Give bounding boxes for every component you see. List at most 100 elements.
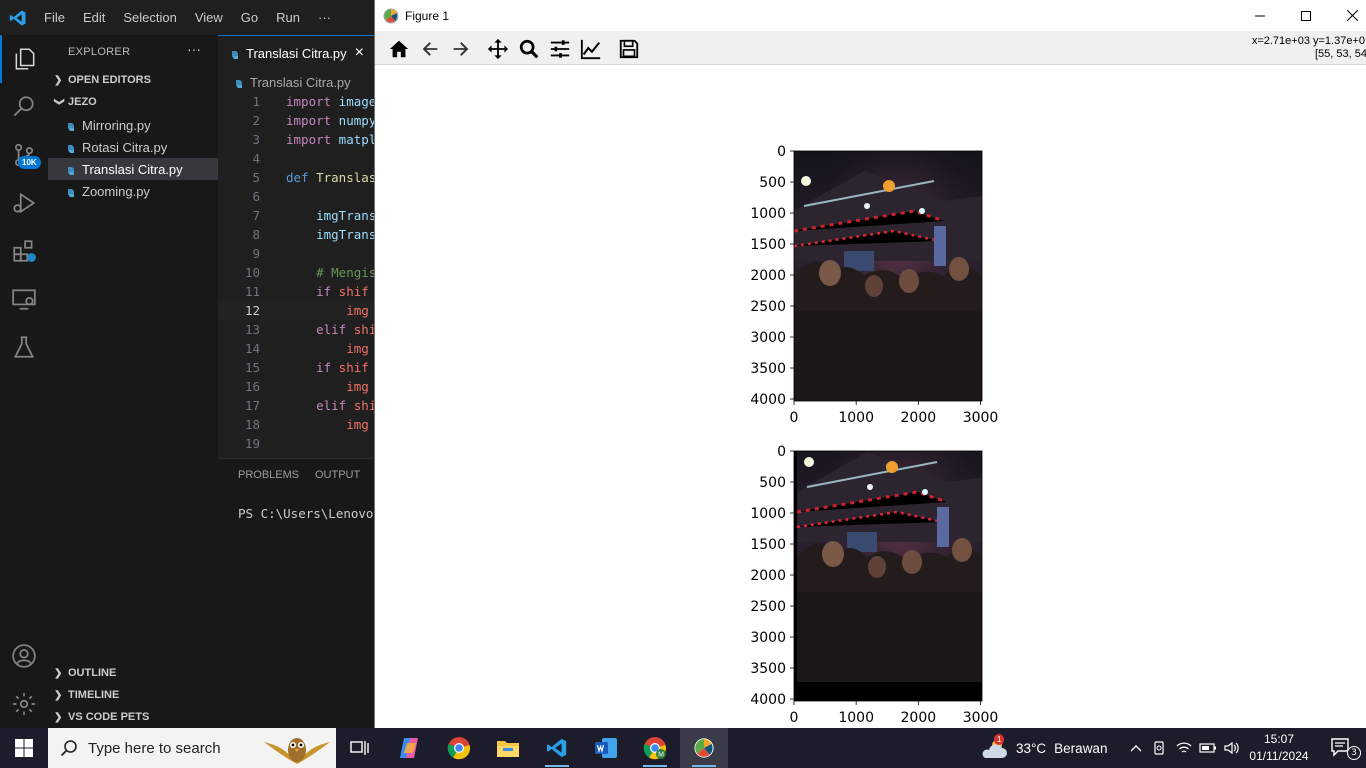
menu-run[interactable]: Run xyxy=(267,10,309,25)
accounts-icon[interactable] xyxy=(0,632,48,680)
code-line[interactable]: 7 imgTrans xyxy=(218,206,378,225)
editor-tab-active[interactable]: Translasi Citra.py × xyxy=(218,35,374,70)
maximize-button[interactable] xyxy=(1283,0,1329,31)
home-icon[interactable] xyxy=(385,35,413,63)
meet-now-icon[interactable] xyxy=(1148,728,1172,768)
chrome-icon[interactable] xyxy=(435,728,483,768)
notification-count-badge: 3 xyxy=(1347,746,1361,760)
x-tick-label: 0 xyxy=(790,410,799,426)
extensions-icon[interactable] xyxy=(0,227,48,275)
zoom-icon[interactable] xyxy=(515,35,543,63)
code-line[interactable]: 17 elif shi xyxy=(218,396,378,415)
code-identifier: img xyxy=(286,417,369,432)
volume-icon[interactable] xyxy=(1220,728,1244,768)
matplotlib-taskbar-icon[interactable] xyxy=(680,728,728,768)
y-tick-label: 1500 xyxy=(750,237,786,253)
code-line[interactable]: 19 xyxy=(218,434,378,453)
weather-widget[interactable]: 1 33°C Berawan xyxy=(980,728,1107,768)
image-plot-translated[interactable]: 050010001500200025003000350040000 1000 200… xyxy=(750,432,998,726)
battery-icon[interactable] xyxy=(1196,728,1220,768)
line-number: 15 xyxy=(244,360,260,375)
notification-center-button[interactable]: 3 xyxy=(1318,728,1366,768)
code-text: img xyxy=(286,377,369,396)
tab-close-icon[interactable]: × xyxy=(355,44,364,62)
code-line[interactable]: 15 if shif xyxy=(218,358,378,377)
code-line[interactable]: 16 img xyxy=(218,377,378,396)
code-line[interactable]: 9 xyxy=(218,244,378,263)
plotted-image xyxy=(795,451,982,684)
copilot-icon[interactable] xyxy=(386,728,434,768)
menu-edit[interactable]: Edit xyxy=(74,10,114,25)
file-item[interactable]: Zooming.py xyxy=(48,180,218,202)
file-label: Rotasi Citra.py xyxy=(82,139,168,155)
close-button[interactable] xyxy=(1329,0,1366,31)
tab-problems[interactable]: PROBLEMS xyxy=(238,469,299,481)
show-hidden-icons-chevron-up-icon[interactable] xyxy=(1124,728,1148,768)
code-line[interactable]: 10 # Mengis xyxy=(218,263,378,282)
taskbar-search-box[interactable]: Type here to search xyxy=(48,728,336,768)
menu-more[interactable]: ··· xyxy=(309,10,340,25)
save-icon[interactable] xyxy=(615,35,643,63)
folder-section[interactable]: ❯ JEZO xyxy=(54,91,97,113)
y-tick-label: 2000 xyxy=(750,268,786,284)
start-button[interactable] xyxy=(0,728,48,768)
vscode-pets-section[interactable]: ❯ VS CODE PETS xyxy=(54,706,149,728)
menu-go[interactable]: Go xyxy=(232,10,267,25)
menu-file[interactable]: File xyxy=(35,10,74,25)
menu-selection[interactable]: Selection xyxy=(114,10,185,25)
remote-explorer-icon[interactable] xyxy=(0,275,48,323)
chrome-profile-icon[interactable]: M xyxy=(631,728,679,768)
code-line[interactable]: 2 import numpy xyxy=(218,111,378,130)
subplots-icon[interactable] xyxy=(546,35,574,63)
word-icon[interactable] xyxy=(582,728,630,768)
back-icon[interactable] xyxy=(416,35,444,63)
code-line[interactable]: 18 img xyxy=(218,415,378,434)
manage-gear-icon[interactable] xyxy=(0,680,48,728)
code-line[interactable]: 14 img xyxy=(218,339,378,358)
source-control-icon[interactable] xyxy=(0,131,48,179)
code-identifier: imgTrans xyxy=(286,208,377,223)
code-text: if shif xyxy=(286,358,369,377)
code-line[interactable]: 5 def Translas xyxy=(218,168,378,187)
outline-section[interactable]: ❯ OUTLINE xyxy=(54,662,116,684)
plots-svg[interactable]: 050010001500200025003000350040000 1000 200… xyxy=(375,65,1366,728)
python-file-icon xyxy=(230,48,240,59)
open-editors-section[interactable]: ❯ OPEN EDITORS xyxy=(54,69,151,91)
run-debug-icon[interactable] xyxy=(0,179,48,227)
code-line[interactable]: 6 xyxy=(218,187,378,206)
code-line[interactable]: 8 imgTrans xyxy=(218,225,378,244)
explorer-more-button[interactable]: ··· xyxy=(187,41,201,57)
timeline-section[interactable]: ❯ TIMELINE xyxy=(54,684,119,706)
tab-output[interactable]: OUTPUT xyxy=(315,469,360,481)
clock-date: 01/11/2024 xyxy=(1249,749,1309,763)
image-plot-original[interactable]: 050010001500200025003000350040000 1000 200… xyxy=(750,144,998,426)
testing-icon[interactable] xyxy=(0,323,48,371)
code-line[interactable]: 13 elif shi xyxy=(218,320,378,339)
code-line[interactable]: 3 import matpl xyxy=(218,130,378,149)
taskbar-clock[interactable]: 15:07 01/11/2024 xyxy=(1246,731,1312,765)
code-line[interactable]: 1 import image xyxy=(218,92,378,111)
task-view-icon[interactable] xyxy=(336,728,384,768)
breadcrumb[interactable]: Translasi Citra.py xyxy=(234,72,351,92)
x-tick-label: 2000 xyxy=(901,710,937,726)
weather-description: Berawan xyxy=(1054,740,1108,756)
code-line[interactable]: 4 xyxy=(218,149,378,168)
vscode-taskbar-icon[interactable] xyxy=(533,728,581,768)
search-icon[interactable] xyxy=(0,83,48,131)
minimize-button[interactable] xyxy=(1237,0,1283,31)
file-item[interactable]: Mirroring.py xyxy=(48,114,218,136)
x-tick-label: 0 xyxy=(790,710,799,726)
terminal-prompt[interactable]: PS C:\Users\Lenovo\D xyxy=(238,506,389,521)
code-line[interactable]: 11 if shif xyxy=(218,282,378,301)
code-line[interactable]: 12 img xyxy=(218,301,378,320)
file-item-active[interactable]: Translasi Citra.py xyxy=(48,158,218,180)
edit-curves-icon[interactable] xyxy=(577,35,605,63)
file-item[interactable]: Rotasi Citra.py xyxy=(48,136,218,158)
file-explorer-icon[interactable] xyxy=(484,728,532,768)
wifi-icon[interactable] xyxy=(1172,728,1196,768)
figure-canvas[interactable]: 0 500 1000 1500 2000 2500 3000 3500 4000 0 1000 200… xyxy=(375,65,1366,728)
explorer-icon[interactable] xyxy=(0,35,48,83)
pan-icon[interactable] xyxy=(484,35,512,63)
menu-view[interactable]: View xyxy=(186,10,232,25)
forward-icon[interactable] xyxy=(447,35,475,63)
